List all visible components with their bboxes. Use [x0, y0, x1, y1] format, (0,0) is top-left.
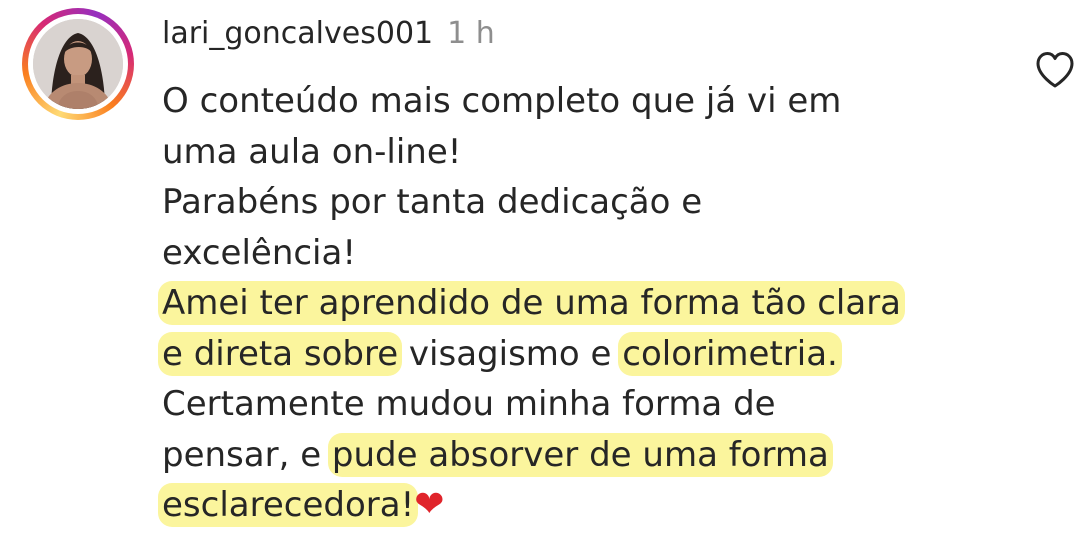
comment-header: lari_goncalves001 1 h	[162, 14, 495, 54]
avatar-story-ring[interactable]	[22, 8, 134, 120]
comment-text-segment: excelência!	[162, 232, 356, 273]
highlighted-text: e direta sobre	[158, 331, 403, 376]
comment-line: esclarecedora!❤	[158, 480, 1042, 531]
comment-line: Amei ter aprendido de uma forma tão clar…	[158, 278, 1042, 329]
username-link[interactable]: lari_goncalves001	[162, 16, 433, 51]
comment-line: pensar, e pude absorver de uma forma	[162, 430, 1042, 481]
comment-line: e direta sobre visagismo e colorimetria.	[158, 329, 1042, 380]
avatar-photo	[33, 19, 123, 109]
comment-timestamp[interactable]: 1 h	[447, 16, 495, 51]
avatar-ring-gap	[28, 14, 128, 114]
highlighted-text: esclarecedora!	[158, 483, 419, 527]
comment-line: excelência!	[162, 228, 1042, 279]
comment-text: O conteúdo mais completo que já vi em uma…	[158, 76, 1042, 531]
comment-text-segment: Certamente mudou minha forma de	[162, 384, 776, 424]
red-heart-emoji-icon: ❤	[414, 484, 445, 525]
highlighted-text: Amei ter aprendido de uma forma tão clar…	[158, 281, 906, 325]
comment-line: O conteúdo mais completo que já vi em	[162, 76, 1042, 127]
comment-line: Parabéns por tanta dedicação e	[162, 177, 1042, 228]
comment-line: uma aula on-line!	[162, 127, 1042, 178]
comment-text-segment: visagismo e	[398, 333, 623, 374]
avatar[interactable]	[33, 19, 123, 109]
highlighted-text: colorimetria.	[618, 331, 842, 376]
comment-line: Certamente mudou minha forma de	[162, 379, 1042, 430]
highlighted-text: pude absorver de uma forma	[327, 432, 833, 477]
comment-text-segment: O conteúdo mais completo que já vi em	[162, 81, 842, 121]
comment-text-segment: uma aula on-line!	[162, 131, 462, 172]
comment-text-segment: pensar, e	[162, 434, 332, 475]
comment-text-segment: Parabéns por tanta dedicação e	[162, 182, 703, 222]
